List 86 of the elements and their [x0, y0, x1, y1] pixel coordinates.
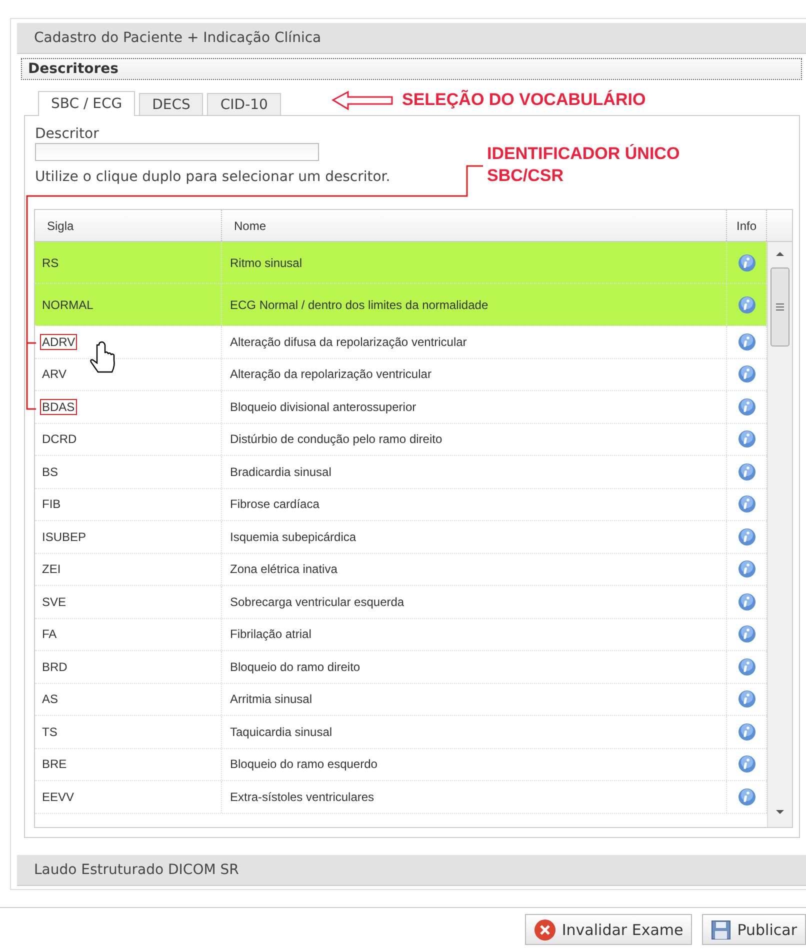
table-row[interactable]: FA Fibrilação atrial	[35, 618, 767, 651]
table-cell: ARV	[41, 367, 68, 382]
publish-button[interactable]: Publicar	[702, 914, 806, 945]
table-row[interactable]: RS Ritmo sinusal	[35, 242, 767, 284]
table-cell: RS	[41, 256, 60, 270]
table-cell: BS	[41, 464, 60, 479]
table-cell: Sobrecarga ventricular esquerda	[230, 594, 404, 609]
close-icon	[534, 918, 556, 940]
info-icon[interactable]	[738, 430, 756, 448]
table-cell: Bloqueio do ramo direito	[230, 660, 360, 674]
info-icon[interactable]	[738, 296, 756, 314]
panel-header[interactable]: Cadastro do Paciente + Indicação Clínica	[17, 23, 806, 54]
info-icon[interactable]	[738, 398, 756, 416]
table-row[interactable]: ZEI Zona elétrica inativa	[35, 554, 767, 586]
table-cell: Fibrose cardíaca	[230, 497, 320, 512]
field-label: Descritor	[35, 126, 100, 142]
table-cell: NORMAL	[41, 298, 94, 312]
column-header[interactable]: Nome	[222, 210, 727, 241]
hint-text: Utilize o clique duplo para selecionar um descritor.	[35, 169, 390, 185]
annotation-text: SBC/CSR	[487, 165, 565, 187]
vocabulary-tab[interactable]: SBC / ECG	[38, 91, 136, 116]
highlighted-code: ADRV	[41, 334, 76, 349]
hand-cursor-icon	[90, 341, 115, 373]
descriptor-field[interactable]	[35, 143, 319, 161]
table-row[interactable]: TS Taquicardia sinusal	[35, 716, 767, 748]
table-cell: Alteração difusa da repolarização ventricular	[230, 334, 467, 349]
info-icon[interactable]	[738, 528, 756, 546]
table-cell: Extra-sístoles ventriculares	[230, 790, 374, 804]
info-icon[interactable]	[738, 592, 756, 611]
table-row[interactable]: EEVV Extra-sístoles ventriculares	[35, 781, 767, 814]
info-icon[interactable]	[738, 658, 756, 676]
table-row[interactable]: SVE Sobrecarga ventricular esquerda	[35, 586, 767, 618]
table-cell: Arritmia sinusal	[230, 692, 312, 706]
info-icon[interactable]	[738, 254, 756, 272]
info-icon[interactable]	[738, 462, 756, 481]
annotation-text: IDENTIFICADOR ÚNICO	[487, 143, 680, 165]
table-cell: ZEI	[41, 562, 62, 576]
table-row[interactable]: BRE Bloqueio do ramo esquerdo	[35, 748, 767, 781]
column-header[interactable]: Info	[727, 210, 767, 241]
info-icon[interactable]	[738, 788, 756, 806]
table-row[interactable]: BDAS Bloqueio divisional anterossuperior	[35, 391, 767, 424]
info-icon[interactable]	[738, 625, 756, 644]
table-row[interactable]: BRD Bloqueio do ramo direito	[35, 651, 767, 684]
info-icon[interactable]	[738, 365, 756, 384]
table-cell: BRE	[41, 757, 68, 772]
table-row[interactable]: BS Bradicardia sinusal	[35, 456, 767, 488]
highlighted-code: BDAS	[41, 400, 76, 414]
vocabulary-tab[interactable]: DECS	[139, 93, 204, 115]
table-cell: Taquicardia sinusal	[230, 724, 332, 739]
table-cell: TS	[41, 724, 58, 739]
table-cell: Distúrbio de condução pelo ramo direito	[230, 432, 442, 446]
info-icon[interactable]	[738, 495, 756, 514]
table-cell: Alteração da repolarização ventricular	[230, 367, 432, 382]
annotation-text: SELEÇÃO DO VOCABULÁRIO	[402, 89, 646, 111]
table-cell: Bloqueio do ramo esquerdo	[230, 757, 378, 772]
info-icon[interactable]	[738, 722, 756, 741]
table-cell: ISUBEP	[41, 530, 88, 544]
table-row[interactable]: ISUBEP Isquemia subepicárdica	[35, 521, 767, 554]
table-cell: Isquemia subepicárdica	[230, 530, 356, 544]
section-header[interactable]: Descritores	[21, 58, 802, 80]
collapsed-section-header[interactable]: Laudo Estruturado DICOM SR	[17, 855, 806, 886]
table-cell: Ritmo sinusal	[230, 256, 302, 270]
table-cell: SVE	[41, 594, 68, 609]
table-row[interactable]: DCRD Distúrbio de condução pelo ramo direito	[35, 424, 767, 456]
table-cell: Fibrilação atrial	[230, 627, 312, 642]
info-icon[interactable]	[738, 755, 756, 774]
table-cell: Bradicardia sinusal	[230, 464, 332, 479]
vocabulary-tab[interactable]: CID-10	[207, 93, 281, 115]
table-row[interactable]: FIB Fibrose cardíaca	[35, 488, 767, 521]
table-cell: EEVV	[41, 790, 76, 804]
info-icon[interactable]	[738, 690, 756, 708]
arrow-icon	[331, 90, 393, 110]
table-row[interactable]: AS Arritmia sinusal	[35, 684, 767, 716]
table-cell: AS	[41, 692, 60, 706]
info-icon[interactable]	[738, 332, 756, 351]
info-icon[interactable]	[738, 560, 756, 578]
invalidate-button[interactable]: Invalidar Exame	[524, 914, 692, 945]
table-cell: Bloqueio divisional anterossuperior	[230, 400, 416, 414]
table-cell: FA	[41, 627, 58, 642]
table-cell: ECG Normal / dentro dos limites da normalidade	[230, 298, 488, 312]
table-cell: BRD	[41, 660, 68, 674]
table-cell: DCRD	[41, 432, 78, 446]
table-row[interactable]: NORMAL ECG Normal / dentro dos limites da normalidade	[35, 284, 767, 326]
column-header[interactable]: Sigla	[35, 210, 222, 241]
table-cell: FIB	[41, 497, 62, 512]
table-cell: Zona elétrica inativa	[230, 562, 338, 576]
